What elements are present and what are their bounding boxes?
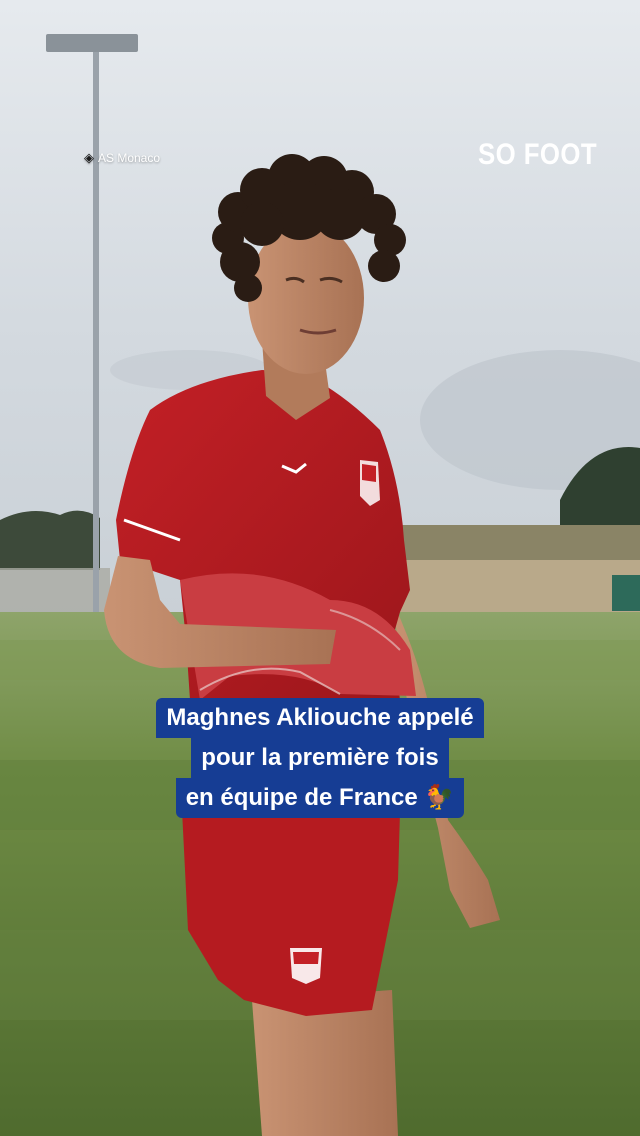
floodlight-pole	[93, 50, 99, 620]
stadium-stand	[400, 525, 640, 565]
photo-credit: ◈ AS Monaco	[84, 150, 160, 166]
caption-line-3: en équipe de France 🐓	[175, 778, 465, 818]
so-foot-logo: SO FOOT	[478, 138, 598, 171]
caption-box: Maghnes Akliouche appelé pour la premièr…	[0, 698, 640, 818]
tree-line-left	[0, 510, 100, 570]
caption-line-1: Maghnes Akliouche appelé	[156, 698, 484, 738]
caption-line-2: pour la première fois	[191, 738, 449, 778]
perimeter-wall	[400, 560, 640, 612]
camera-icon: ◈	[84, 150, 94, 165]
floodlight-head	[46, 34, 138, 52]
photo-credit-label: AS Monaco	[98, 151, 161, 165]
